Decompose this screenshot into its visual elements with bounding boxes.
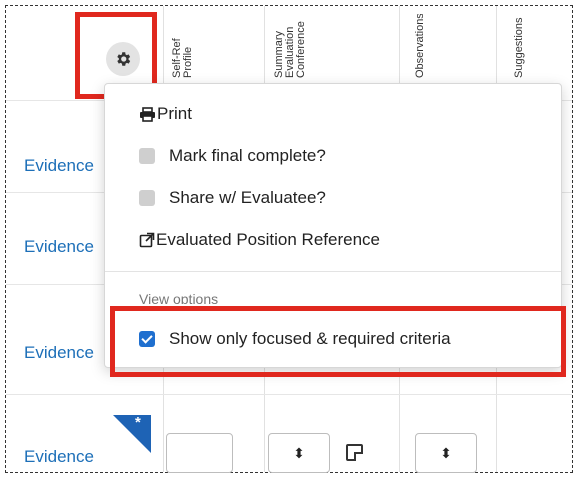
score-input[interactable]	[166, 433, 233, 473]
stepper-arrows-icon: ⬍	[440, 444, 452, 461]
menu-item-label: Print	[157, 104, 192, 123]
menu-item-share[interactable]: Share w/ Evaluatee?	[139, 188, 561, 208]
settings-dropdown-menu: Print Mark final complete? Share w/ Eval…	[104, 83, 562, 368]
evidence-link[interactable]: Evidence	[24, 237, 94, 257]
menu-item-focused-criteria[interactable]: Show only focused & required criteria	[139, 329, 561, 349]
observation-stepper[interactable]: ⬍	[415, 433, 477, 473]
menu-item-label: Mark final complete?	[169, 146, 326, 165]
menu-item-label: Share w/ Evaluatee?	[169, 188, 326, 207]
menu-divider	[105, 271, 561, 272]
view-options-heading: View options	[139, 291, 219, 304]
menu-item-print[interactable]: Print	[139, 104, 561, 124]
print-icon	[140, 106, 155, 122]
column-header-self-ref: Self-Ref Profile	[172, 38, 194, 78]
menu-item-label: Evaluated Position Reference	[156, 230, 380, 249]
menu-item-label: Show only focused & required criteria	[169, 329, 451, 348]
column-header-summary: Summary Evaluation Conference	[274, 21, 307, 78]
settings-gear-button[interactable]	[106, 42, 140, 76]
menu-item-position-reference[interactable]: Evaluated Position Reference	[139, 230, 561, 250]
column-header-observations: Observations	[415, 14, 426, 78]
rating-stepper[interactable]: ⬍	[268, 433, 330, 473]
column-header-suggestions: Suggestions	[514, 17, 525, 78]
stepper-arrows-icon: ⬍	[293, 444, 305, 461]
focused-criteria-checkbox[interactable]	[139, 331, 155, 347]
evidence-link[interactable]: Evidence	[24, 343, 94, 363]
mark-final-checkbox[interactable]	[139, 148, 155, 164]
asterisk-icon: *	[135, 414, 141, 431]
required-criterion-marker: *	[113, 414, 151, 453]
evidence-link[interactable]: Evidence	[24, 447, 94, 467]
note-icon[interactable]	[346, 444, 363, 461]
share-checkbox[interactable]	[139, 190, 155, 206]
gear-icon	[117, 52, 131, 66]
evidence-link[interactable]: Evidence	[24, 156, 94, 176]
external-link-icon	[139, 232, 155, 248]
menu-item-mark-final[interactable]: Mark final complete?	[139, 146, 561, 166]
